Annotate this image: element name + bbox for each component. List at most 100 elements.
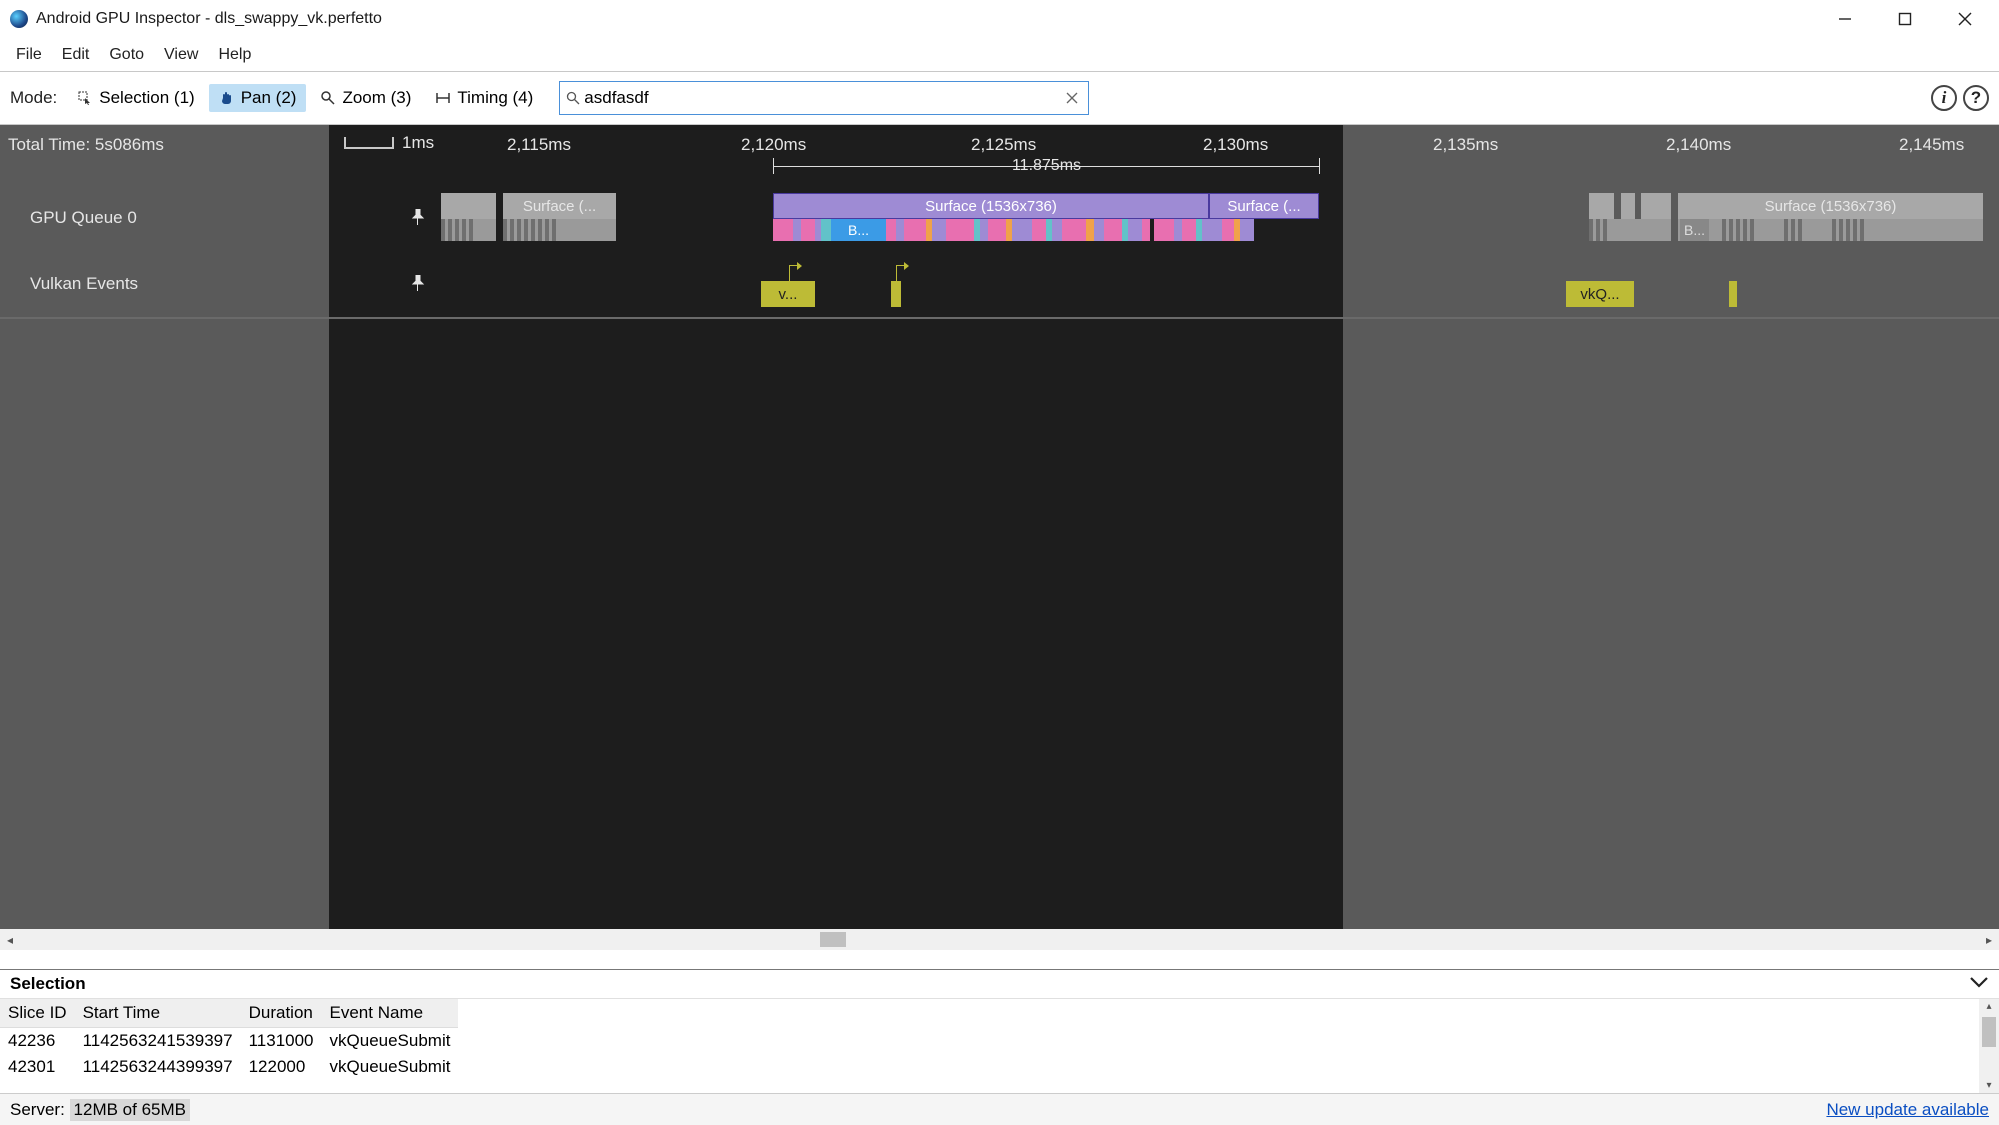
mode-label: Mode: — [10, 88, 57, 108]
timeline-view[interactable]: Total Time: 5s086ms 1ms 2,115ms 2,120ms … — [0, 125, 1999, 929]
menu-edit[interactable]: Edit — [52, 40, 100, 70]
status-bar: Server: 12MB of 65MB New update availabl… — [0, 1093, 1999, 1125]
search-input[interactable] — [584, 88, 1062, 108]
selection-panel-title: Selection — [10, 974, 86, 994]
timeline-scale-label: 1ms — [402, 133, 434, 153]
gpu-event[interactable] — [441, 193, 496, 219]
gpu-event[interactable] — [1589, 193, 1614, 219]
selection-table-wrap: Slice ID Start Time Duration Event Name … — [0, 998, 1999, 1093]
close-button[interactable] — [1935, 0, 1995, 38]
track-header[interactable]: Vulkan Events — [0, 253, 441, 315]
tick-label: 2,125ms — [971, 135, 1036, 155]
tick-label: 2,115ms — [507, 135, 571, 155]
gpu-event[interactable] — [1621, 193, 1635, 219]
scroll-up-icon[interactable]: ▴ — [1979, 1001, 1999, 1012]
track-lane[interactable]: Surface (... Surface (1536x736) Surface … — [441, 187, 1999, 249]
col-duration[interactable]: Duration — [241, 999, 322, 1028]
table-row[interactable]: 42301 1142563244399397 122000 vkQueueSub… — [0, 1054, 458, 1080]
server-label: Server: — [10, 1100, 65, 1120]
app-icon — [10, 10, 28, 28]
tick-label: 2,145ms — [1899, 135, 1964, 155]
flow-arrow-icon — [789, 257, 803, 277]
pin-icon[interactable] — [411, 209, 425, 228]
gpu-event[interactable]: Surface (... — [503, 193, 616, 219]
track-header[interactable]: GPU Queue 0 — [0, 187, 441, 249]
selection-panel-header[interactable]: Selection — [0, 970, 1999, 998]
menu-help[interactable]: Help — [208, 40, 261, 70]
vulkan-event[interactable] — [891, 281, 901, 307]
gpu-subevent[interactable] — [441, 219, 496, 241]
toolbar: Mode: Selection (1) Pan (2) Zoom (3) Tim… — [0, 72, 1999, 124]
scroll-left-icon[interactable]: ◂ — [0, 933, 20, 947]
mode-selection-label: Selection (1) — [99, 88, 194, 108]
track-vulkan-events[interactable]: Vulkan Events v... vkQ... — [0, 253, 1999, 315]
search-clear-button[interactable] — [1062, 88, 1082, 108]
visible-range-label: 11.875ms — [1006, 157, 1087, 175]
timeline-ruler[interactable]: Total Time: 5s086ms 1ms 2,115ms 2,120ms … — [0, 125, 1999, 187]
selection-table[interactable]: Slice ID Start Time Duration Event Name … — [0, 999, 458, 1080]
menu-file[interactable]: File — [6, 40, 52, 70]
maximize-button[interactable] — [1875, 0, 1935, 38]
tick-label: 2,120ms — [741, 135, 806, 155]
scroll-thumb[interactable] — [1982, 1017, 1996, 1047]
mode-zoom-button[interactable]: Zoom (3) — [310, 84, 421, 112]
menu-goto[interactable]: Goto — [99, 40, 154, 70]
mode-timing-label: Timing (4) — [457, 88, 533, 108]
mode-timing-button[interactable]: Timing (4) — [425, 84, 543, 112]
window-title: Android GPU Inspector - dls_swappy_vk.pe… — [36, 10, 382, 28]
track-name: GPU Queue 0 — [30, 208, 137, 228]
tick-label: 2,140ms — [1666, 135, 1731, 155]
vulkan-event[interactable] — [1729, 281, 1737, 307]
mode-pan-label: Pan (2) — [241, 88, 297, 108]
gpu-event-selected[interactable]: Surface (... — [1209, 193, 1319, 219]
zoom-icon — [320, 90, 336, 106]
table-row[interactable]: 42236 1142563241539397 1131000 vkQueueSu… — [0, 1028, 458, 1055]
col-event-name[interactable]: Event Name — [322, 999, 459, 1028]
pin-icon[interactable] — [411, 275, 425, 294]
scroll-right-icon[interactable]: ▸ — [1979, 933, 1999, 947]
info-button[interactable]: i — [1931, 85, 1957, 111]
selection-icon — [77, 90, 93, 106]
minimize-button[interactable] — [1815, 0, 1875, 38]
selection-vscrollbar[interactable]: ▴ ▾ — [1979, 999, 1999, 1093]
col-start-time[interactable]: Start Time — [75, 999, 241, 1028]
tick-label: 2,135ms — [1433, 135, 1498, 155]
mode-selection-button[interactable]: Selection (1) — [67, 84, 204, 112]
col-slice-id[interactable]: Slice ID — [0, 999, 75, 1028]
timing-icon — [435, 90, 451, 106]
gpu-subevent[interactable] — [1589, 219, 1671, 241]
gpu-event[interactable]: Surface (1536x736) — [1678, 193, 1983, 219]
chevron-down-icon[interactable] — [1969, 974, 1989, 994]
selection-panel: Selection Slice ID Start Time Duration E… — [0, 969, 1999, 1093]
total-time-label: Total Time: 5s086ms — [8, 135, 164, 155]
track-separator — [0, 317, 1999, 319]
mode-zoom-label: Zoom (3) — [342, 88, 411, 108]
menu-view[interactable]: View — [154, 40, 208, 70]
gpu-event[interactable] — [1641, 193, 1671, 219]
timeline-hscrollbar[interactable]: ◂ ▸ — [0, 929, 1999, 950]
update-available-link[interactable]: New update available — [1826, 1100, 1989, 1120]
help-button[interactable]: ? — [1963, 85, 1989, 111]
server-memory: 12MB of 65MB — [70, 1099, 190, 1121]
menubar: File Edit Goto View Help — [0, 38, 1999, 71]
search-box[interactable] — [559, 81, 1089, 115]
timeline-scale: 1ms — [344, 133, 434, 153]
scroll-down-icon[interactable]: ▾ — [1979, 1080, 1999, 1091]
gpu-subevent[interactable]: B... — [1678, 219, 1983, 241]
gpu-event-selected[interactable]: Surface (1536x736) — [773, 193, 1209, 219]
vulkan-event[interactable]: vkQ... — [1566, 281, 1634, 307]
visible-range-indicator: 11.875ms — [773, 155, 1320, 177]
mode-pan-button[interactable]: Pan (2) — [209, 84, 307, 112]
track-lane[interactable]: v... vkQ... — [441, 253, 1999, 315]
track-gpu-queue-0[interactable]: GPU Queue 0 Surface (... Surface (1536x7… — [0, 187, 1999, 249]
scroll-thumb[interactable] — [820, 932, 846, 947]
vulkan-event[interactable]: v... — [761, 281, 815, 307]
flow-arrow-icon — [896, 257, 910, 277]
gpu-subevent-selected[interactable]: B... — [773, 219, 1319, 241]
gpu-subevent[interactable] — [503, 219, 616, 241]
track-name: Vulkan Events — [30, 274, 138, 294]
window-titlebar: Android GPU Inspector - dls_swappy_vk.pe… — [0, 0, 1999, 38]
pan-hand-icon — [219, 90, 235, 106]
search-icon — [566, 91, 580, 105]
table-header-row: Slice ID Start Time Duration Event Name — [0, 999, 458, 1028]
